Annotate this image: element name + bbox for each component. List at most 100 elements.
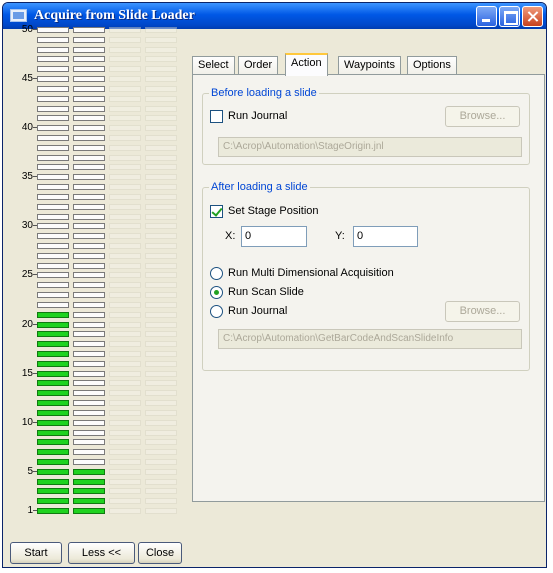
slide-slot[interactable] — [37, 154, 69, 161]
maximize-button[interactable] — [499, 6, 520, 27]
slide-slot[interactable] — [145, 164, 177, 171]
slide-slot[interactable] — [73, 36, 105, 43]
slide-slot[interactable] — [145, 252, 177, 259]
slide-slot[interactable] — [73, 439, 105, 446]
slide-slot[interactable] — [109, 174, 141, 181]
title-bar[interactable]: Acquire from Slide Loader — [3, 3, 546, 29]
slide-slot[interactable] — [37, 203, 69, 210]
slide-slot[interactable] — [109, 331, 141, 338]
slide-slot[interactable] — [73, 282, 105, 289]
slide-slot[interactable] — [109, 498, 141, 505]
slide-slot[interactable] — [145, 400, 177, 406]
slide-slot[interactable] — [73, 243, 105, 249]
slide-slot[interactable] — [145, 321, 177, 328]
slide-slot[interactable] — [145, 488, 177, 495]
slide-slot[interactable] — [37, 252, 69, 259]
slide-slot[interactable] — [37, 95, 69, 102]
slide-slot[interactable] — [37, 223, 69, 230]
slide-slot[interactable] — [109, 154, 141, 161]
slide-slot[interactable] — [145, 125, 177, 132]
slide-slot[interactable] — [73, 321, 105, 328]
slide-slot[interactable] — [73, 370, 105, 377]
slide-slot-loaded[interactable] — [37, 439, 69, 446]
slide-slot[interactable] — [109, 27, 141, 33]
slide-slot[interactable] — [73, 409, 105, 416]
slide-slot[interactable] — [37, 301, 69, 308]
slide-slot[interactable] — [145, 331, 177, 338]
slide-slot[interactable] — [109, 409, 141, 416]
slide-slot[interactable] — [145, 390, 177, 397]
slide-slot[interactable] — [73, 390, 105, 397]
slide-slot-loaded[interactable] — [37, 429, 69, 436]
slide-slot[interactable] — [145, 95, 177, 102]
slide-slot[interactable] — [109, 478, 141, 485]
slide-slot[interactable] — [109, 468, 141, 475]
slide-slot[interactable] — [145, 380, 177, 387]
slide-slot[interactable] — [145, 341, 177, 348]
slide-slot[interactable] — [37, 66, 69, 73]
slide-slot[interactable] — [109, 203, 141, 210]
tab-waypoints[interactable]: Waypoints — [338, 56, 401, 75]
tab-order[interactable]: Order — [238, 56, 279, 75]
slide-slot[interactable] — [37, 272, 69, 279]
slide-slot[interactable] — [145, 350, 177, 357]
slide-slot[interactable] — [145, 174, 177, 181]
run-journal-before-checkbox[interactable] — [210, 110, 223, 123]
slide-slot-loaded[interactable] — [37, 478, 69, 485]
start-button[interactable]: Start — [10, 542, 62, 564]
slide-slot[interactable] — [145, 115, 177, 122]
slide-slot[interactable] — [37, 243, 69, 249]
slide-slot[interactable] — [145, 272, 177, 279]
slide-slot[interactable] — [73, 292, 105, 298]
slide-slot[interactable] — [145, 301, 177, 308]
slide-slot[interactable] — [37, 193, 69, 200]
slide-slot[interactable] — [73, 400, 105, 406]
slide-slot-loaded[interactable] — [37, 321, 69, 328]
slide-slot[interactable] — [73, 184, 105, 191]
slide-slot[interactable] — [73, 76, 105, 83]
slide-slot-loaded[interactable] — [37, 458, 69, 465]
slide-slot[interactable] — [109, 508, 141, 514]
slide-slot[interactable] — [37, 76, 69, 83]
slide-slot[interactable] — [37, 184, 69, 191]
slide-slot[interactable] — [145, 184, 177, 191]
slide-slot[interactable] — [73, 262, 105, 269]
slide-slot[interactable] — [109, 85, 141, 92]
run-mda-radio[interactable] — [210, 267, 223, 280]
before-journal-path-field[interactable]: C:\Acrop\Automation\StageOrigin.jnl — [218, 137, 522, 157]
slide-slot[interactable] — [73, 144, 105, 151]
slide-slot[interactable] — [109, 321, 141, 328]
slide-slot[interactable] — [109, 95, 141, 102]
slide-slot[interactable] — [145, 154, 177, 161]
slide-slot[interactable] — [145, 36, 177, 43]
slide-slot[interactable] — [145, 478, 177, 485]
slide-slot[interactable] — [73, 272, 105, 279]
slide-slot[interactable] — [73, 458, 105, 465]
minimize-button[interactable] — [476, 6, 497, 27]
slide-slot[interactable] — [145, 46, 177, 53]
run-journal-after-radio[interactable] — [210, 305, 223, 318]
slide-slot[interactable] — [37, 125, 69, 132]
slide-slot[interactable] — [109, 144, 141, 151]
slide-slot[interactable] — [37, 36, 69, 43]
slide-slot[interactable] — [145, 144, 177, 151]
slide-slot[interactable] — [109, 311, 141, 318]
slide-slot-loaded[interactable] — [73, 478, 105, 485]
slide-slot-loaded[interactable] — [37, 419, 69, 426]
slide-slot[interactable] — [37, 292, 69, 298]
slide-slot-loaded[interactable] — [37, 390, 69, 397]
slide-slot[interactable] — [73, 233, 105, 240]
slide-slot[interactable] — [73, 419, 105, 426]
slide-slot[interactable] — [145, 282, 177, 289]
slide-slot[interactable] — [109, 76, 141, 83]
slide-slot[interactable] — [73, 429, 105, 436]
slide-slot[interactable] — [37, 105, 69, 112]
slide-slot[interactable] — [109, 115, 141, 122]
slide-slot[interactable] — [37, 164, 69, 171]
slide-slot[interactable] — [145, 66, 177, 73]
slide-slot[interactable] — [109, 488, 141, 495]
slide-slot[interactable] — [73, 95, 105, 102]
slide-slot[interactable] — [145, 409, 177, 416]
slide-slot-loaded[interactable] — [37, 311, 69, 318]
slide-slot[interactable] — [109, 272, 141, 279]
